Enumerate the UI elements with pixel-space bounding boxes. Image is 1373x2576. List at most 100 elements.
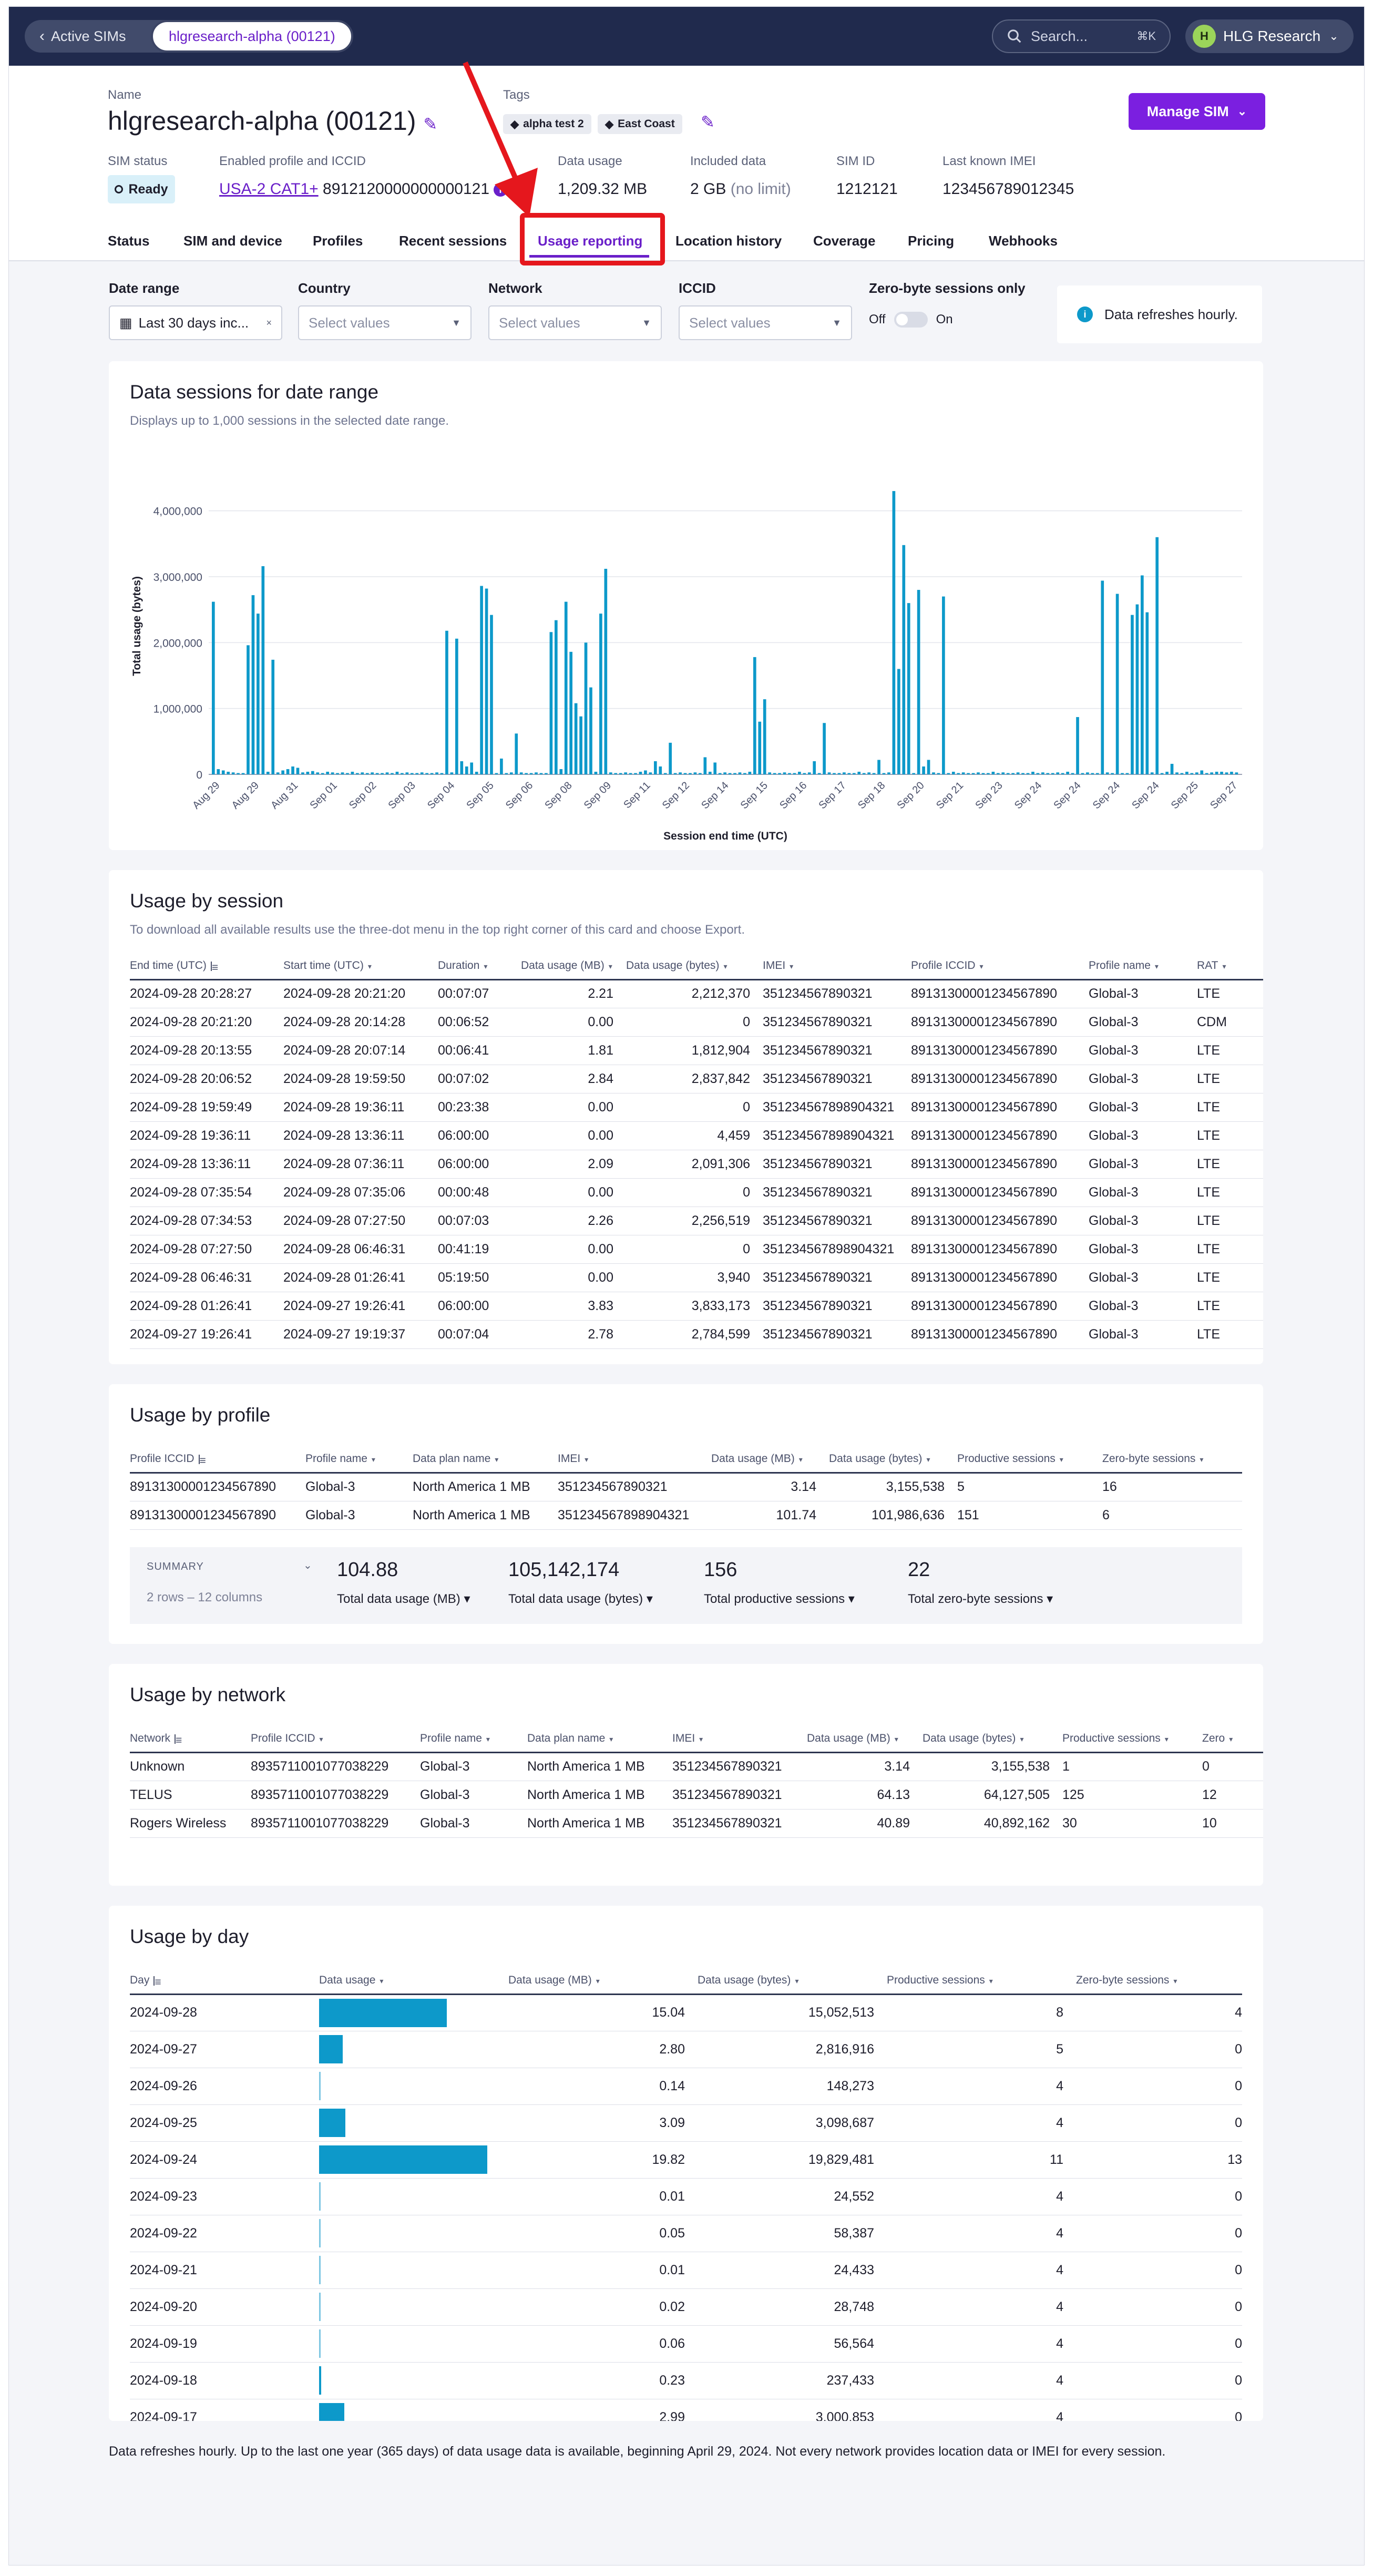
column-header[interactable]: Profile ICCID ≡ <box>130 1446 305 1474</box>
session-bar[interactable] <box>569 651 573 774</box>
session-bar[interactable] <box>281 770 284 774</box>
table-row[interactable]: Rogers Wireless 8935711001077038229 Global… <box>130 1809 1263 1838</box>
manage-sim-button[interactable]: Manage SIM ⌄ <box>1129 93 1265 130</box>
session-bar[interactable] <box>996 773 1000 774</box>
table-row[interactable]: 2024-09-28 06:46:31 2024-09-28 01:26:41 05… <box>130 1263 1263 1292</box>
table-row[interactable]: 2024-09-28 20:13:55 2024-09-28 20:07:14 00… <box>130 1036 1263 1065</box>
table-row[interactable]: 2024-09-28 07:27:50 2024-09-28 06:46:31 00… <box>130 1235 1263 1264</box>
session-bar[interactable] <box>440 773 444 774</box>
session-bar[interactable] <box>902 545 906 774</box>
session-bar[interactable] <box>574 703 578 774</box>
table-row[interactable]: 2024-09-20 0.02 28,748 4 0 <box>130 2288 1242 2326</box>
column-header[interactable]: Data plan name ▾ <box>413 1446 558 1474</box>
session-bar[interactable] <box>1150 772 1154 774</box>
session-bar[interactable] <box>843 772 846 774</box>
tab-pricing[interactable]: Pricing <box>908 233 954 249</box>
session-bar[interactable] <box>639 771 642 774</box>
session-bar[interactable] <box>356 773 359 774</box>
column-header[interactable]: Data usage (MB) ▾ <box>508 1968 698 1995</box>
session-bar[interactable] <box>763 699 766 774</box>
table-row[interactable]: 2024-09-28 13:36:11 2024-09-28 07:36:11 06… <box>130 1150 1263 1179</box>
session-bar[interactable] <box>1081 773 1084 774</box>
table-row[interactable]: 2024-09-27 2.80 2,816,916 5 0 <box>130 2031 1242 2068</box>
session-bar[interactable] <box>823 723 826 774</box>
session-bar[interactable] <box>614 773 618 774</box>
session-bar[interactable] <box>679 772 682 774</box>
session-bar[interactable] <box>733 773 736 774</box>
session-bar[interactable] <box>683 773 687 774</box>
session-bar[interactable] <box>291 766 294 774</box>
session-bar[interactable] <box>1165 771 1169 774</box>
edit-tags-pencil-icon[interactable]: ✎ <box>701 112 715 132</box>
column-header[interactable]: Data usage (bytes) ▾ <box>698 1968 887 1995</box>
table-row[interactable]: 2024-09-28 07:35:54 2024-09-28 07:35:06 00… <box>130 1178 1263 1207</box>
column-header[interactable]: Data usage (bytes) ▾ <box>923 1726 1062 1753</box>
session-bar[interactable] <box>813 761 816 774</box>
session-bar[interactable] <box>435 772 438 774</box>
session-bar[interactable] <box>584 642 588 774</box>
table-row[interactable]: 2024-09-22 0.05 58,387 4 0 <box>130 2215 1242 2252</box>
column-header[interactable]: Data usage (bytes) ▾ <box>626 953 763 980</box>
session-bar[interactable] <box>1185 771 1188 774</box>
session-bar[interactable] <box>535 772 538 774</box>
session-bar[interactable] <box>266 771 270 774</box>
session-bar[interactable] <box>634 773 637 774</box>
session-bar[interactable] <box>1190 773 1194 774</box>
session-bar[interactable] <box>907 603 910 774</box>
tab-location-history[interactable]: Location history <box>675 233 782 249</box>
session-bar[interactable] <box>1071 773 1074 774</box>
session-bar[interactable] <box>555 620 558 774</box>
session-bar[interactable] <box>509 772 513 774</box>
session-bar[interactable] <box>261 566 265 774</box>
table-row[interactable]: 89131300001234567890 Global-3 North Americ… <box>130 1501 1242 1530</box>
column-header[interactable]: IMEI ▾ <box>672 1726 807 1753</box>
session-bar[interactable] <box>420 772 424 774</box>
session-bar[interactable] <box>301 772 304 774</box>
session-bar[interactable] <box>1205 773 1208 774</box>
session-bar[interactable] <box>346 773 349 774</box>
summary-total-label[interactable]: Total data usage (MB) ▾ <box>337 1591 470 1607</box>
session-bar[interactable] <box>773 773 776 774</box>
session-bar[interactable] <box>405 772 409 774</box>
session-bar[interactable] <box>827 772 831 774</box>
table-row[interactable]: 2024-09-28 19:59:49 2024-09-28 19:36:11 00… <box>130 1093 1263 1122</box>
column-header[interactable]: Profile name ▾ <box>305 1446 413 1474</box>
session-bar[interactable] <box>1056 772 1060 774</box>
session-bar[interactable] <box>475 771 478 774</box>
table-row[interactable]: 2024-09-28 07:34:53 2024-09-28 07:27:50 00… <box>130 1207 1263 1235</box>
sort-icon[interactable]: ≡ <box>153 1976 163 1988</box>
session-bar[interactable] <box>460 761 464 774</box>
table-row[interactable]: 2024-09-21 0.01 24,433 4 0 <box>130 2252 1242 2289</box>
session-bar[interactable] <box>708 771 712 774</box>
column-header[interactable]: Data usage (MB) ▾ <box>711 1446 829 1474</box>
column-header[interactable]: Day ≡ <box>130 1968 319 1995</box>
session-bar[interactable] <box>1061 773 1064 774</box>
session-bar[interactable] <box>1125 773 1129 774</box>
date-range-select[interactable]: ▦ Last 30 days inc... × <box>109 305 282 340</box>
session-bar[interactable] <box>391 773 394 774</box>
column-header[interactable]: Duration ▾ <box>438 953 521 980</box>
session-bar[interactable] <box>401 773 404 774</box>
session-bar[interactable] <box>892 491 896 774</box>
session-bar[interactable] <box>624 772 627 774</box>
column-header[interactable]: Data usage (bytes) ▾ <box>829 1446 957 1474</box>
session-bar[interactable] <box>689 773 692 774</box>
table-row[interactable]: 2024-09-28 20:21:20 2024-09-28 20:14:28 00… <box>130 1008 1263 1037</box>
session-bar[interactable] <box>495 773 498 774</box>
session-bar[interactable] <box>480 586 483 774</box>
table-row[interactable]: Unknown 8935711001077038229 Global-3 North … <box>130 1752 1263 1781</box>
session-bar[interactable] <box>395 771 399 774</box>
session-bar[interactable] <box>977 772 980 774</box>
session-bar[interactable] <box>336 773 339 774</box>
tab-coverage[interactable]: Coverage <box>813 233 876 249</box>
session-bar[interactable] <box>629 773 632 774</box>
session-bar[interactable] <box>545 773 548 774</box>
session-bar[interactable] <box>833 773 836 774</box>
session-bar[interactable] <box>723 772 726 774</box>
session-bar[interactable] <box>1170 763 1174 774</box>
profile-link[interactable]: USA-2 CAT1+ <box>219 180 319 198</box>
column-header[interactable]: Productive sessions ▾ <box>957 1446 1102 1474</box>
session-bar[interactable] <box>365 773 369 774</box>
session-bar[interactable] <box>932 772 935 774</box>
session-bar[interactable] <box>1086 772 1089 774</box>
